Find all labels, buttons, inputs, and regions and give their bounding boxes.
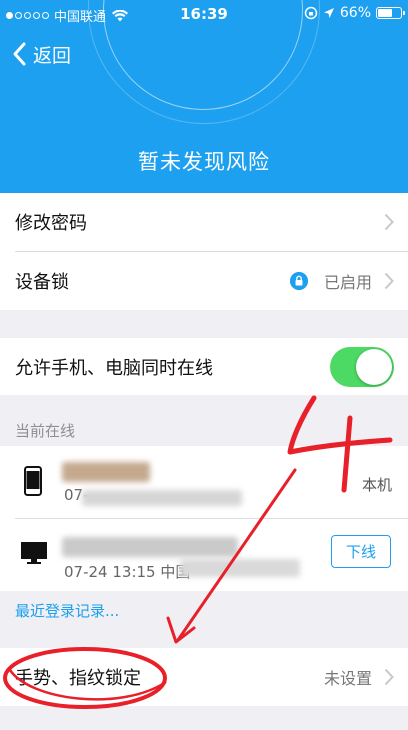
back-button[interactable]: 返回 <box>0 40 71 68</box>
gesture-lock-status: 未设置 <box>323 669 372 688</box>
back-chevron-icon <box>13 42 26 66</box>
battery-percent: 66% <box>339 5 371 21</box>
rotation-lock-icon <box>304 6 318 20</box>
multi-online-toggle[interactable] <box>330 347 394 387</box>
gesture-lock-label: 手势、指纹锁定 <box>15 668 141 689</box>
local-device-badge: 本机 <box>361 476 392 494</box>
computer-login-time: 07-24 13:15 中国 <box>64 563 191 581</box>
monitor-icon <box>21 542 47 564</box>
chevron-right-icon <box>384 272 394 290</box>
recent-login-link[interactable]: 最近登录记录... <box>15 600 119 621</box>
online-section-label: 当前在线 <box>15 422 76 440</box>
device-lock-row[interactable]: 设备锁 已启用 <box>0 252 408 310</box>
change-password-label: 修改密码 <box>15 213 87 234</box>
blurred-device-info <box>180 559 300 577</box>
online-devices-group: 07- 本机 07-24 13:15 中国 <box>0 446 408 591</box>
battery-icon <box>376 7 405 19</box>
multi-online-label: 允许手机、电脑同时在线 <box>15 357 213 379</box>
risk-status-title: 暂未发现风险 <box>138 150 270 174</box>
device-lock-label: 设备锁 <box>15 272 69 293</box>
device-lock-status: 已启用 <box>323 273 372 292</box>
blurred-device-name <box>62 537 238 557</box>
lock-icon <box>290 272 308 290</box>
blurred-device-info <box>82 490 242 506</box>
back-label: 返回 <box>33 44 72 67</box>
device-row-phone: 07- 本机 <box>0 446 408 518</box>
security-settings-group: 修改密码 设备锁 已启用 <box>0 193 408 310</box>
gesture-lock-row[interactable]: 手势、指纹锁定 未设置 <box>0 648 408 706</box>
status-bar: 中国联通 16:39 66% <box>0 0 408 30</box>
gesture-lock-group: 手势、指纹锁定 未设置 <box>0 648 408 706</box>
location-icon <box>323 8 334 18</box>
security-header: 中国联通 16:39 66% 返回 暂未发现风险 <box>0 0 408 193</box>
change-password-row[interactable]: 修改密码 <box>0 193 408 251</box>
blurred-device-name <box>62 462 150 482</box>
logout-device-button[interactable]: 下线 <box>331 535 391 568</box>
phone-icon <box>24 466 42 496</box>
toggle-knob <box>356 349 392 385</box>
chevron-right-icon <box>384 668 394 686</box>
chevron-right-icon <box>384 213 394 231</box>
